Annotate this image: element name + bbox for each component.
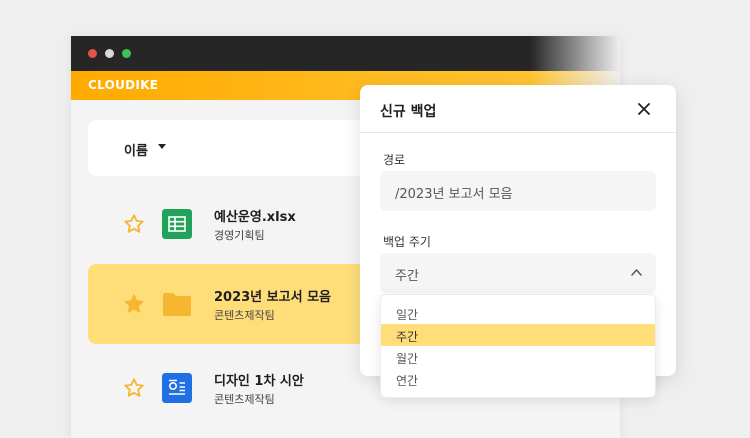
close-icon[interactable] [638, 103, 650, 115]
star-outline-icon[interactable] [123, 377, 145, 399]
document-icon [162, 373, 192, 403]
title-bar [71, 36, 620, 71]
minimize-window-button[interactable] [105, 49, 114, 58]
star-outline-icon[interactable] [123, 213, 145, 235]
backup-cycle-value: 주간 [395, 269, 419, 284]
maximize-window-button[interactable] [122, 49, 131, 58]
caret-down-icon[interactable] [158, 144, 166, 149]
option-weekly[interactable]: 주간 [381, 324, 655, 346]
file-name[interactable]: 2023년 보고서 모음 [214, 286, 331, 305]
file-owner: 경영기획팀 [214, 229, 265, 242]
file-name[interactable]: 디자인 1차 시안 [214, 370, 304, 389]
sort-by-name-button[interactable]: 이름 [124, 140, 148, 159]
path-label: 경로 [383, 153, 406, 167]
option-monthly[interactable]: 월간 [381, 346, 655, 368]
path-field[interactable]: /2023년 보고서 모음 [380, 171, 656, 211]
file-owner: 콘텐츠제작팀 [214, 309, 275, 322]
option-daily[interactable]: 일간 [381, 302, 655, 324]
brand-logo: CLOUDIKE [88, 78, 159, 92]
star-filled-icon[interactable] [123, 293, 145, 315]
chevron-up-icon[interactable] [631, 268, 642, 276]
backup-cycle-label: 백업 주기 [383, 235, 431, 249]
backup-cycle-select[interactable]: 주간 [380, 253, 656, 293]
title-bar-fade [530, 36, 620, 71]
dialog-header: 신규 백업 [360, 85, 676, 133]
file-name[interactable]: 예산운영.xlsx [214, 206, 296, 225]
close-window-button[interactable] [88, 49, 97, 58]
spreadsheet-icon [162, 209, 192, 239]
path-value: /2023년 보고서 모음 [395, 187, 513, 202]
folder-icon [163, 293, 191, 316]
backup-cycle-dropdown: 일간 주간 월간 연간 [380, 294, 656, 398]
dialog-title: 신규 백업 [380, 104, 437, 120]
file-owner: 콘텐츠제작팀 [214, 393, 275, 406]
option-yearly[interactable]: 연간 [381, 368, 655, 390]
